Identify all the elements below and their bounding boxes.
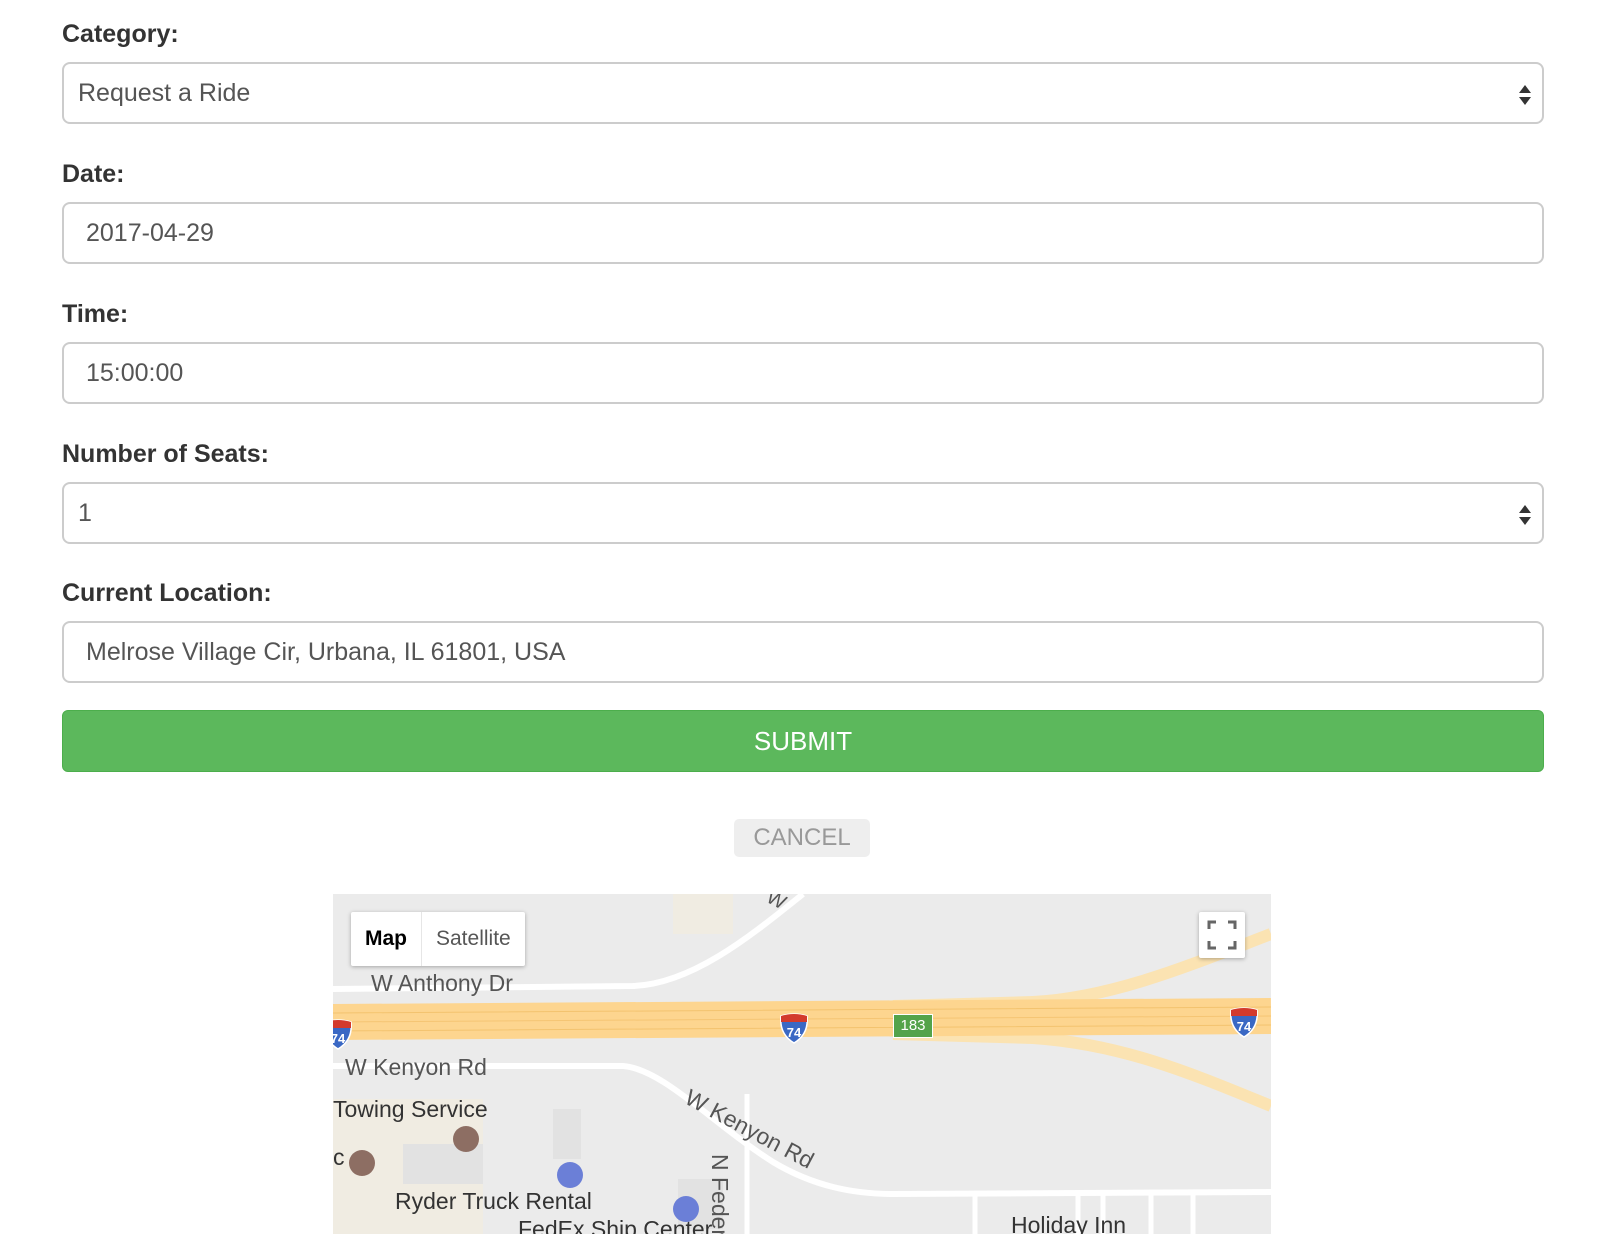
poi-label-towing: Towing Service: [333, 1096, 488, 1122]
select-arrows-icon: [1519, 505, 1531, 525]
interstate-number: 74: [787, 1025, 802, 1040]
time-label: Time:: [62, 300, 129, 328]
street-label-kenyon: W Kenyon Rd: [345, 1054, 487, 1080]
street-label-anthony: W Anthony Dr: [371, 970, 513, 996]
date-input[interactable]: 2017-04-29: [62, 202, 1544, 264]
poi-label-partial: c: [333, 1144, 345, 1170]
select-arrows-icon: [1519, 85, 1531, 105]
shopping-bag-icon[interactable]: [557, 1162, 583, 1188]
submit-button[interactable]: SUBMIT: [62, 710, 1544, 772]
map-type-satellite-button[interactable]: Satellite: [422, 912, 525, 966]
cancel-button[interactable]: CANCEL: [734, 819, 870, 857]
category-value: Request a Ride: [78, 79, 251, 107]
category-label: Category:: [62, 20, 179, 48]
map-view[interactable]: Map Satellite W Anthony Dr W Kenyon Rd W…: [333, 894, 1271, 1234]
poi-marker-icon[interactable]: [453, 1126, 479, 1152]
date-label: Date:: [62, 160, 125, 188]
seats-value: 1: [78, 499, 92, 527]
interstate-shield-icon: 74: [1230, 1007, 1258, 1038]
location-input[interactable]: Melrose Village Cir, Urbana, IL 61801, U…: [62, 621, 1544, 683]
interstate-number: 74: [333, 1031, 346, 1046]
seats-select[interactable]: 1: [62, 482, 1544, 544]
route-sign-183: 183: [893, 1014, 933, 1038]
interstate-number: 74: [1237, 1019, 1252, 1034]
fullscreen-button[interactable]: [1199, 912, 1245, 958]
seats-label: Number of Seats:: [62, 440, 269, 468]
fullscreen-icon: [1207, 920, 1237, 950]
category-select[interactable]: Request a Ride: [62, 62, 1544, 124]
interstate-shield-icon: 74: [333, 1019, 352, 1050]
shopping-bag-icon[interactable]: [673, 1196, 699, 1222]
poi-label-holiday-inn: Holiday Inn: [1011, 1212, 1127, 1234]
location-label: Current Location:: [62, 579, 272, 607]
interstate-shield-icon: 74: [780, 1013, 808, 1044]
map-type-control: Map Satellite: [351, 912, 525, 966]
map-type-map-button[interactable]: Map: [351, 912, 422, 966]
time-input[interactable]: 15:00:00: [62, 342, 1544, 404]
poi-label-ryder: Ryder Truck Rental: [395, 1188, 592, 1214]
poi-marker-icon[interactable]: [349, 1150, 375, 1176]
